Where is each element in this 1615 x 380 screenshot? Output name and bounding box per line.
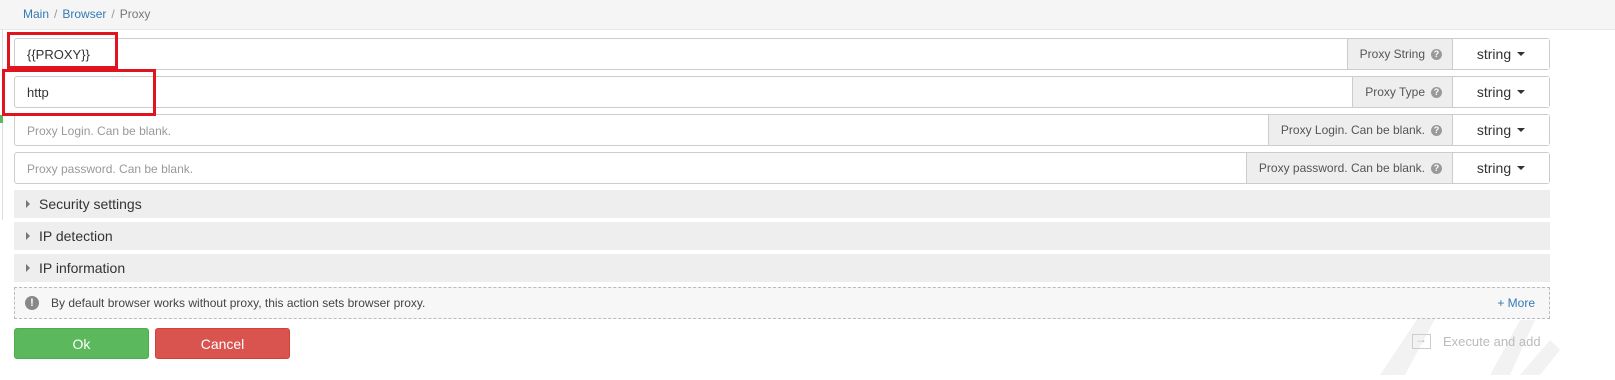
proxy-password-label-text: Proxy password. Can be blank. — [1258, 161, 1425, 175]
proxy-login-label-text: Proxy Login. Can be blank. — [1280, 123, 1425, 137]
proxy-password-input[interactable] — [15, 153, 1246, 183]
proxy-string-label: Proxy String ? — [1346, 39, 1452, 69]
exclamation-icon: ! — [25, 296, 39, 310]
proxy-string-row: Proxy String ? string — [14, 38, 1550, 70]
help-icon[interactable]: ? — [1431, 162, 1442, 174]
caret-down-icon — [1517, 90, 1526, 94]
type-label: string — [1476, 84, 1512, 100]
proxy-login-input[interactable] — [15, 115, 1268, 145]
help-icon[interactable]: ? — [1431, 86, 1442, 98]
caret-right-icon — [26, 232, 30, 240]
proxy-type-label: Proxy Type ? — [1352, 77, 1452, 107]
proxy-login-type-dropdown[interactable]: string — [1452, 115, 1549, 145]
section-security-settings[interactable]: Security settings — [14, 190, 1550, 218]
section-title: IP detection — [39, 228, 113, 244]
proxy-type-type-dropdown[interactable]: string — [1452, 77, 1549, 107]
execute-and-add-label: Execute and add — [1443, 334, 1541, 349]
help-icon[interactable]: ? — [1431, 48, 1442, 60]
breadcrumb: Main / Browser / Proxy — [23, 7, 150, 21]
ok-button[interactable]: Ok — [14, 328, 149, 359]
caret-down-icon — [1517, 128, 1526, 132]
proxy-password-row: Proxy password. Can be blank. ? string — [14, 152, 1550, 184]
help-icon[interactable]: ? — [1431, 124, 1442, 136]
caret-right-icon — [26, 200, 30, 208]
breadcrumb-main[interactable]: Main — [23, 7, 49, 21]
cancel-button[interactable]: Cancel — [155, 328, 290, 359]
proxy-string-input[interactable] — [15, 39, 1347, 69]
section-ip-detection[interactable]: IP detection — [14, 222, 1550, 250]
caret-down-icon — [1517, 166, 1526, 170]
execute-and-add-button[interactable]: Execute and add — [1412, 332, 1541, 349]
execute-icon — [1412, 332, 1431, 349]
top-bar: Main / Browser / Proxy — [0, 0, 1615, 30]
breadcrumb-separator: / — [54, 7, 58, 21]
proxy-login-label: Proxy Login. Can be blank. ? — [1267, 115, 1452, 145]
breadcrumb-current: Proxy — [119, 7, 151, 21]
proxy-type-label-text: Proxy Type — [1365, 85, 1425, 99]
info-text: By default browser works without proxy, … — [51, 296, 426, 310]
type-label: string — [1476, 160, 1512, 176]
proxy-type-row: Proxy Type ? string — [14, 76, 1550, 108]
type-label: string — [1476, 122, 1512, 138]
proxy-login-row: Proxy Login. Can be blank. ? string — [14, 114, 1550, 146]
left-edge-strip — [0, 30, 3, 220]
section-title: IP information — [39, 260, 126, 276]
info-notice: ! By default browser works without proxy… — [14, 287, 1550, 319]
proxy-password-label: Proxy password. Can be blank. ? — [1245, 153, 1452, 183]
type-label: string — [1476, 46, 1512, 62]
proxy-string-type-dropdown[interactable]: string — [1452, 39, 1549, 69]
more-link[interactable]: + More — [1497, 296, 1535, 310]
section-title: Security settings — [39, 196, 142, 212]
breadcrumb-browser[interactable]: Browser — [62, 7, 106, 21]
section-ip-information[interactable]: IP information — [14, 254, 1550, 282]
proxy-password-type-dropdown[interactable]: string — [1452, 153, 1549, 183]
caret-right-icon — [26, 264, 30, 272]
proxy-type-input[interactable] — [15, 77, 1353, 107]
breadcrumb-separator: / — [111, 7, 115, 21]
left-edge-marker — [0, 115, 3, 123]
proxy-string-label-text: Proxy String — [1359, 47, 1425, 61]
caret-down-icon — [1517, 52, 1526, 56]
